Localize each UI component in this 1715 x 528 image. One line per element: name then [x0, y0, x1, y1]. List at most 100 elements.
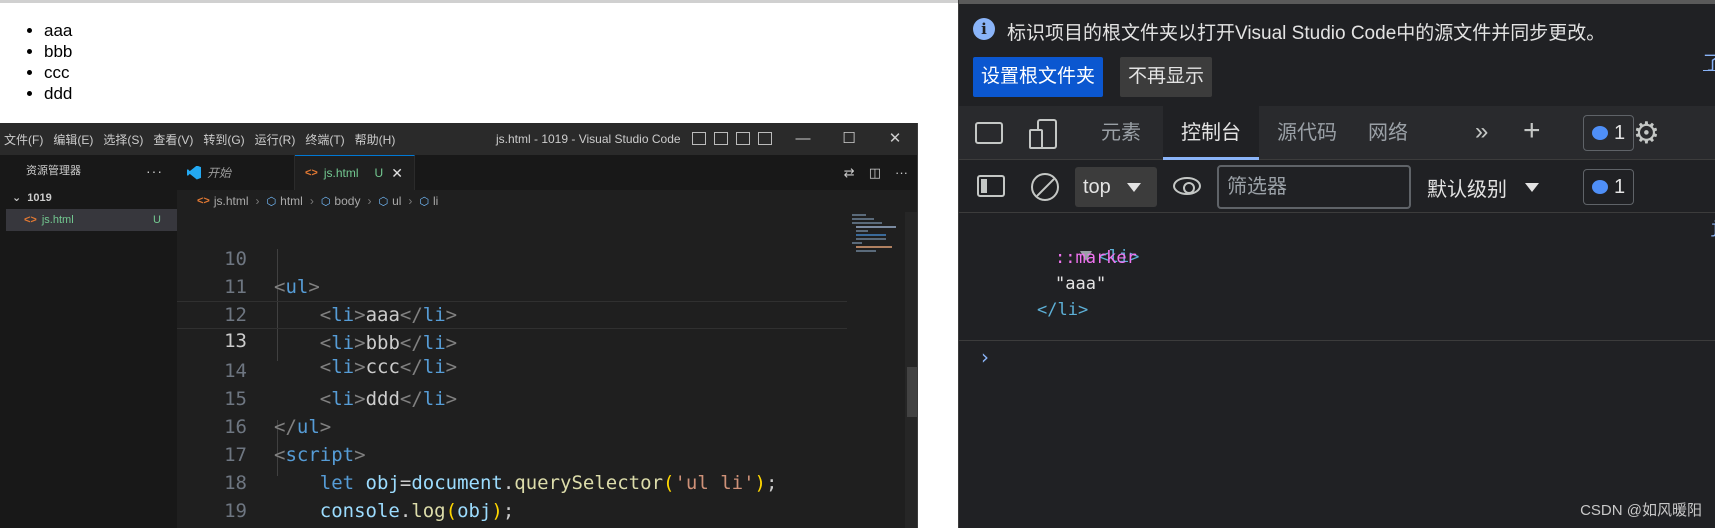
code-line-current: 13 <li>ccc</li>	[177, 301, 847, 378]
symbol-icon: ⬡	[378, 195, 389, 208]
explorer-title: 资源管理器	[26, 165, 81, 177]
dropdown-arrow-icon	[1525, 182, 1539, 192]
git-status-badge: U	[374, 166, 384, 180]
marker-pseudo-element[interactable]: ::marker	[1055, 245, 1137, 271]
dont-show-again-button[interactable]: 不再显示	[1120, 57, 1213, 97]
console-prompt-icon[interactable]: ›	[981, 345, 989, 369]
html-file-icon: <>	[197, 195, 210, 207]
toggle-sidebar-icon[interactable]	[692, 132, 706, 145]
minimize-button[interactable]: —	[780, 123, 826, 155]
issues-badge[interactable]: 1	[1583, 115, 1635, 151]
chevron-right-icon: ›	[408, 194, 413, 208]
list-item: ddd	[44, 83, 72, 104]
layout-controls	[692, 132, 772, 145]
menu-terminal[interactable]: 终端(T)	[301, 131, 350, 148]
split-editor-icon[interactable]: ◫	[869, 165, 881, 181]
window-controls: — ☐ ✕	[780, 123, 917, 155]
more-actions-icon[interactable]: ···	[895, 165, 908, 180]
clear-console-icon[interactable]	[1031, 173, 1059, 201]
toggle-panel-icon[interactable]	[714, 132, 728, 145]
folder-item[interactable]: ⌄ 1019	[6, 187, 177, 209]
device-emulation-icon[interactable]	[1029, 119, 1057, 149]
info-bar: i 标识项目的根文件夹以打开Visual Studio Code中的源文件并同步…	[959, 0, 1715, 106]
code-line: 12 <li>bbb</li>	[177, 273, 847, 354]
breadcrumb-item[interactable]: js.html	[214, 194, 249, 208]
context-select[interactable]: top	[1075, 167, 1157, 207]
console-sidebar-icon[interactable]	[977, 175, 1005, 197]
watermark: CSDN @如风暖阳	[1580, 502, 1702, 519]
breadcrumb-item[interactable]: body	[334, 194, 360, 208]
close-tab-icon[interactable]: ✕	[391, 165, 403, 182]
source-link[interactable]: j	[1710, 218, 1715, 238]
element-close-tag: </li>	[1037, 300, 1089, 320]
filter-input[interactable]	[1217, 165, 1411, 209]
menu-selection[interactable]: 选择(S)	[99, 131, 149, 148]
menu-go[interactable]: 转到(G)	[199, 131, 250, 148]
more-actions-icon[interactable]: ···	[146, 155, 163, 187]
tab-console[interactable]: 控制台	[1163, 106, 1259, 160]
tab-js-html[interactable]: <> js.html U ✕	[295, 155, 415, 190]
vscode-window: 文件(F) 编辑(E) 选择(S) 查看(V) 转到(G) 运行(R) 终端(T…	[0, 123, 918, 528]
code-line: 10 <ul>	[177, 217, 847, 298]
open-changes-icon[interactable]: ⇄	[844, 165, 855, 181]
editor-tabs: 开始 <> js.html U ✕ ⇄ ◫ ···	[177, 155, 917, 190]
code-line: 17 let obj=document.querySelector('ul li…	[177, 413, 847, 494]
devtools-tabbar: 元素 控制台 源代码 网络 » + 1 ⚙	[959, 106, 1715, 160]
devtools-panel: i 标识项目的根文件夹以打开Visual Studio Code中的源文件并同步…	[958, 0, 1715, 528]
set-root-folder-button[interactable]: 设置根文件夹	[973, 57, 1104, 97]
console-element-node[interactable]: <li>	[1019, 218, 1139, 267]
code-editor[interactable]: 10 <ul> 11 <li>aaa</li> 12 <li>bbb</li> …	[177, 212, 917, 528]
tab-sources[interactable]: 源代码	[1259, 106, 1355, 160]
messages-badge[interactable]: 1	[1583, 169, 1635, 205]
list-item: aaa	[44, 20, 72, 41]
messages-count: 1	[1614, 175, 1626, 198]
tab-start[interactable]: 开始	[177, 155, 295, 190]
breadcrumb: <> js.html › ⬡ html › ⬡ body › ⬡ ul › ⬡ …	[177, 190, 917, 212]
rendered-list: aaa bbb ccc ddd	[24, 20, 72, 104]
text-node[interactable]: "aaa"	[1055, 271, 1106, 297]
minimap[interactable]	[850, 212, 900, 272]
log-level-select[interactable]: 默认级别	[1427, 167, 1539, 207]
menu-help[interactable]: 帮助(H)	[351, 131, 402, 148]
menu-file[interactable]: 文件(F)	[0, 131, 49, 148]
toggle-secondary-sidebar-icon[interactable]	[736, 132, 750, 145]
page-top-border	[0, 0, 958, 3]
editor-actions: ⇄ ◫ ···	[844, 155, 908, 190]
menu-run[interactable]: 运行(R)	[251, 131, 302, 148]
info-icon: i	[973, 18, 995, 40]
line-code: console.log(obj);	[319, 500, 515, 522]
add-tab-icon[interactable]: +	[1523, 114, 1541, 148]
inspect-element-icon[interactable]	[975, 122, 1003, 144]
code-line: 11 <li>aaa</li>	[177, 245, 847, 326]
tab-elements[interactable]: 元素	[1079, 106, 1163, 160]
menu-view[interactable]: 查看(V)	[149, 131, 199, 148]
more-tabs-icon[interactable]: »	[1475, 118, 1488, 146]
code-line: 15 </ul>	[177, 357, 847, 438]
tab-label: js.html	[323, 166, 359, 180]
issues-count: 1	[1614, 121, 1626, 144]
chevron-down-icon: ⌄	[12, 192, 22, 204]
breadcrumb-item[interactable]: ul	[392, 194, 401, 208]
breadcrumb-item[interactable]: li	[433, 194, 438, 208]
line-number: 19	[224, 500, 247, 522]
info-message: 标识项目的根文件夹以打开Visual Studio Code中的源文件并同步更改…	[1007, 23, 1606, 44]
learn-more-link[interactable]: 了	[1703, 48, 1715, 75]
folder-label: 1019	[27, 192, 52, 204]
message-icon	[1592, 180, 1608, 194]
close-button[interactable]: ✕	[872, 123, 917, 155]
maximize-button[interactable]: ☐	[826, 123, 872, 155]
dropdown-arrow-icon	[1126, 182, 1141, 192]
html-file-icon: <>	[24, 214, 37, 226]
git-status-badge: U	[153, 214, 161, 226]
gear-icon[interactable]: ⚙	[1633, 116, 1660, 151]
file-item-js-html[interactable]: <> js.html U	[6, 209, 177, 231]
tab-network[interactable]: 网络	[1355, 106, 1421, 160]
breadcrumb-item[interactable]: html	[280, 194, 303, 208]
live-expression-eye-icon[interactable]	[1173, 177, 1201, 195]
html-file-icon: <>	[305, 167, 318, 179]
scrollbar-thumb[interactable]	[907, 367, 917, 417]
menu-bar: 文件(F) 编辑(E) 选择(S) 查看(V) 转到(G) 运行(R) 终端(T…	[0, 123, 401, 155]
code-line: 16 <script>	[177, 385, 847, 466]
customize-layout-icon[interactable]	[758, 132, 772, 145]
menu-edit[interactable]: 编辑(E)	[49, 131, 99, 148]
